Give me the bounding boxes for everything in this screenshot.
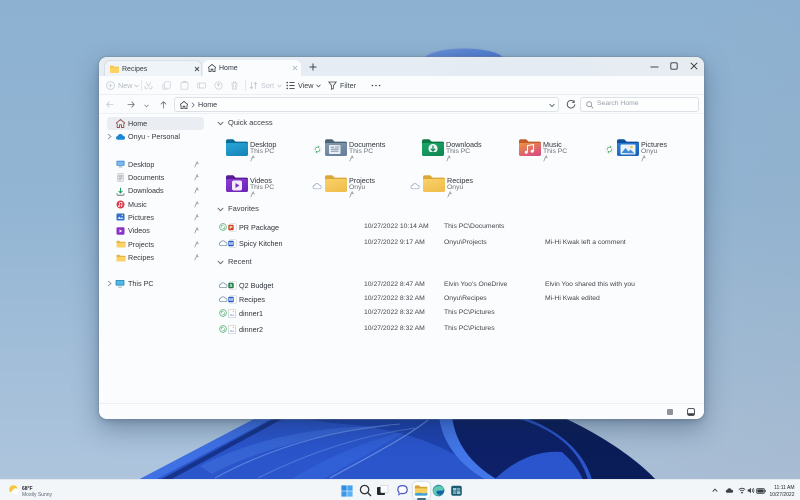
svg-text:P: P [229, 225, 232, 230]
svg-text:W: W [229, 241, 234, 246]
svg-text:W: W [229, 297, 234, 302]
